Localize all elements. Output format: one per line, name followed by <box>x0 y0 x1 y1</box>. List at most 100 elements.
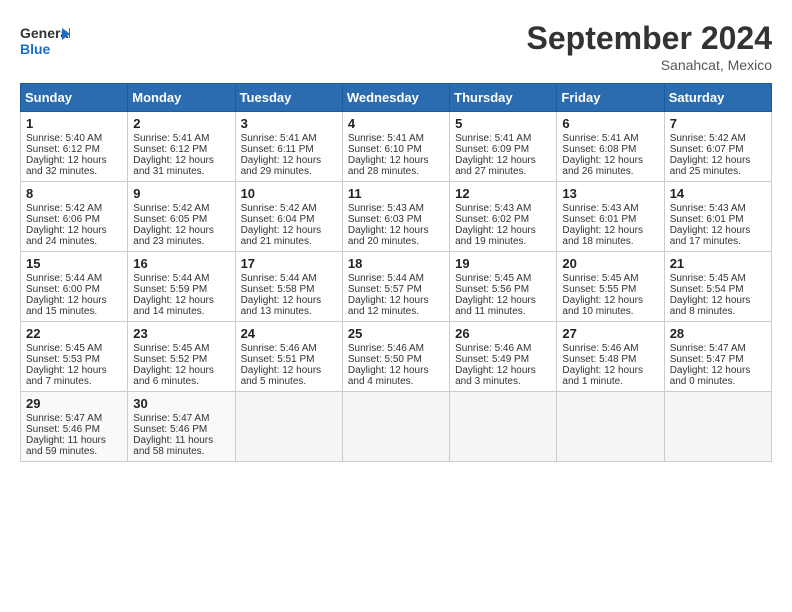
cell-daylight: Daylight: 12 hours and 5 minutes. <box>241 365 322 387</box>
cell-21: 21 Sunrise: 5:45 AM Sunset: 5:54 PM Dayl… <box>664 252 771 322</box>
cell-9: 9 Sunrise: 5:42 AM Sunset: 6:05 PM Dayli… <box>128 182 235 252</box>
cell-daylight: Daylight: 12 hours and 25 minutes. <box>670 155 751 177</box>
cell-24: 24 Sunrise: 5:46 AM Sunset: 5:51 PM Dayl… <box>235 322 342 392</box>
col-friday: Friday <box>557 84 664 112</box>
cell-daylight: Daylight: 12 hours and 1 minute. <box>562 365 643 387</box>
cell-sunset: Sunset: 6:05 PM <box>133 214 207 225</box>
cell-daylight: Daylight: 12 hours and 26 minutes. <box>562 155 643 177</box>
cell-daylight: Daylight: 12 hours and 17 minutes. <box>670 225 751 247</box>
day-number: 7 <box>670 116 766 131</box>
cell-16: 16 Sunrise: 5:44 AM Sunset: 5:59 PM Dayl… <box>128 252 235 322</box>
cell-2: 2 Sunrise: 5:41 AM Sunset: 6:12 PM Dayli… <box>128 112 235 182</box>
day-number: 28 <box>670 326 766 341</box>
cell-7: 7 Sunrise: 5:42 AM Sunset: 6:07 PM Dayli… <box>664 112 771 182</box>
day-number: 27 <box>562 326 658 341</box>
cell-26: 26 Sunrise: 5:46 AM Sunset: 5:49 PM Dayl… <box>450 322 557 392</box>
cell-daylight: Daylight: 12 hours and 28 minutes. <box>348 155 429 177</box>
cell-3: 3 Sunrise: 5:41 AM Sunset: 6:11 PM Dayli… <box>235 112 342 182</box>
cell-daylight: Daylight: 12 hours and 0 minutes. <box>670 365 751 387</box>
cell-17: 17 Sunrise: 5:44 AM Sunset: 5:58 PM Dayl… <box>235 252 342 322</box>
cell-daylight: Daylight: 12 hours and 6 minutes. <box>133 365 214 387</box>
cell-sunrise: Sunrise: 5:45 AM <box>26 343 102 354</box>
cell-daylight: Daylight: 12 hours and 24 minutes. <box>26 225 107 247</box>
logo-icon: General Blue <box>20 20 70 60</box>
cell-daylight: Daylight: 12 hours and 13 minutes. <box>241 295 322 317</box>
week-row-4: 22 Sunrise: 5:45 AM Sunset: 5:53 PM Dayl… <box>21 322 772 392</box>
cell-daylight: Daylight: 12 hours and 3 minutes. <box>455 365 536 387</box>
cell-sunrise: Sunrise: 5:44 AM <box>241 273 317 284</box>
cell-daylight: Daylight: 11 hours and 59 minutes. <box>26 435 106 457</box>
cell-sunrise: Sunrise: 5:46 AM <box>455 343 531 354</box>
week-row-1: 1 Sunrise: 5:40 AM Sunset: 6:12 PM Dayli… <box>21 112 772 182</box>
day-number: 5 <box>455 116 551 131</box>
cell-daylight: Daylight: 11 hours and 58 minutes. <box>133 435 213 457</box>
cell-sunset: Sunset: 6:10 PM <box>348 144 422 155</box>
cell-daylight: Daylight: 12 hours and 18 minutes. <box>562 225 643 247</box>
page-header: General Blue September 2024 Sanahcat, Me… <box>20 20 772 73</box>
day-number: 21 <box>670 256 766 271</box>
day-number: 4 <box>348 116 444 131</box>
cell-daylight: Daylight: 12 hours and 20 minutes. <box>348 225 429 247</box>
cell-sunset: Sunset: 6:01 PM <box>670 214 744 225</box>
logo: General Blue <box>20 20 70 65</box>
cell-1: 1 Sunrise: 5:40 AM Sunset: 6:12 PM Dayli… <box>21 112 128 182</box>
cell-sunrise: Sunrise: 5:47 AM <box>670 343 746 354</box>
cell-sunrise: Sunrise: 5:43 AM <box>562 203 638 214</box>
calendar-table: Sunday Monday Tuesday Wednesday Thursday… <box>20 83 772 462</box>
col-saturday: Saturday <box>664 84 771 112</box>
day-number: 1 <box>26 116 122 131</box>
cell-sunrise: Sunrise: 5:41 AM <box>133 133 209 144</box>
cell-10: 10 Sunrise: 5:42 AM Sunset: 6:04 PM Dayl… <box>235 182 342 252</box>
cell-daylight: Daylight: 12 hours and 11 minutes. <box>455 295 536 317</box>
week-row-2: 8 Sunrise: 5:42 AM Sunset: 6:06 PM Dayli… <box>21 182 772 252</box>
cell-sunset: Sunset: 6:09 PM <box>455 144 529 155</box>
cell-sunset: Sunset: 6:12 PM <box>26 144 100 155</box>
cell-daylight: Daylight: 12 hours and 31 minutes. <box>133 155 214 177</box>
cell-daylight: Daylight: 12 hours and 29 minutes. <box>241 155 322 177</box>
cell-sunset: Sunset: 5:49 PM <box>455 354 529 365</box>
cell-empty-5 <box>664 392 771 462</box>
location: Sanahcat, Mexico <box>527 57 772 73</box>
cell-19: 19 Sunrise: 5:45 AM Sunset: 5:56 PM Dayl… <box>450 252 557 322</box>
cell-8: 8 Sunrise: 5:42 AM Sunset: 6:06 PM Dayli… <box>21 182 128 252</box>
cell-sunset: Sunset: 5:59 PM <box>133 284 207 295</box>
col-monday: Monday <box>128 84 235 112</box>
day-number: 2 <box>133 116 229 131</box>
cell-daylight: Daylight: 12 hours and 27 minutes. <box>455 155 536 177</box>
title-section: September 2024 Sanahcat, Mexico <box>527 20 772 73</box>
cell-25: 25 Sunrise: 5:46 AM Sunset: 5:50 PM Dayl… <box>342 322 449 392</box>
cell-sunset: Sunset: 6:07 PM <box>670 144 744 155</box>
cell-sunrise: Sunrise: 5:41 AM <box>241 133 317 144</box>
cell-sunrise: Sunrise: 5:42 AM <box>670 133 746 144</box>
cell-sunrise: Sunrise: 5:41 AM <box>348 133 424 144</box>
cell-sunset: Sunset: 6:08 PM <box>562 144 636 155</box>
day-number: 26 <box>455 326 551 341</box>
cell-daylight: Daylight: 12 hours and 10 minutes. <box>562 295 643 317</box>
day-number: 19 <box>455 256 551 271</box>
week-row-5: 29 Sunrise: 5:47 AM Sunset: 5:46 PM Dayl… <box>21 392 772 462</box>
cell-empty-2 <box>342 392 449 462</box>
cell-30: 30 Sunrise: 5:47 AM Sunset: 5:46 PM Dayl… <box>128 392 235 462</box>
day-number: 30 <box>133 396 229 411</box>
cell-6: 6 Sunrise: 5:41 AM Sunset: 6:08 PM Dayli… <box>557 112 664 182</box>
cell-11: 11 Sunrise: 5:43 AM Sunset: 6:03 PM Dayl… <box>342 182 449 252</box>
cell-sunrise: Sunrise: 5:41 AM <box>562 133 638 144</box>
calendar-header-row: Sunday Monday Tuesday Wednesday Thursday… <box>21 84 772 112</box>
cell-sunrise: Sunrise: 5:45 AM <box>455 273 531 284</box>
cell-18: 18 Sunrise: 5:44 AM Sunset: 5:57 PM Dayl… <box>342 252 449 322</box>
cell-sunset: Sunset: 6:06 PM <box>26 214 100 225</box>
cell-sunrise: Sunrise: 5:46 AM <box>241 343 317 354</box>
cell-empty-4 <box>557 392 664 462</box>
cell-sunrise: Sunrise: 5:42 AM <box>133 203 209 214</box>
cell-27: 27 Sunrise: 5:46 AM Sunset: 5:48 PM Dayl… <box>557 322 664 392</box>
cell-sunset: Sunset: 6:11 PM <box>241 144 314 155</box>
cell-sunset: Sunset: 5:54 PM <box>670 284 744 295</box>
cell-sunset: Sunset: 5:51 PM <box>241 354 315 365</box>
cell-sunset: Sunset: 5:56 PM <box>455 284 529 295</box>
day-number: 23 <box>133 326 229 341</box>
day-number: 8 <box>26 186 122 201</box>
day-number: 15 <box>26 256 122 271</box>
cell-29: 29 Sunrise: 5:47 AM Sunset: 5:46 PM Dayl… <box>21 392 128 462</box>
svg-text:Blue: Blue <box>20 41 51 57</box>
cell-empty-3 <box>450 392 557 462</box>
